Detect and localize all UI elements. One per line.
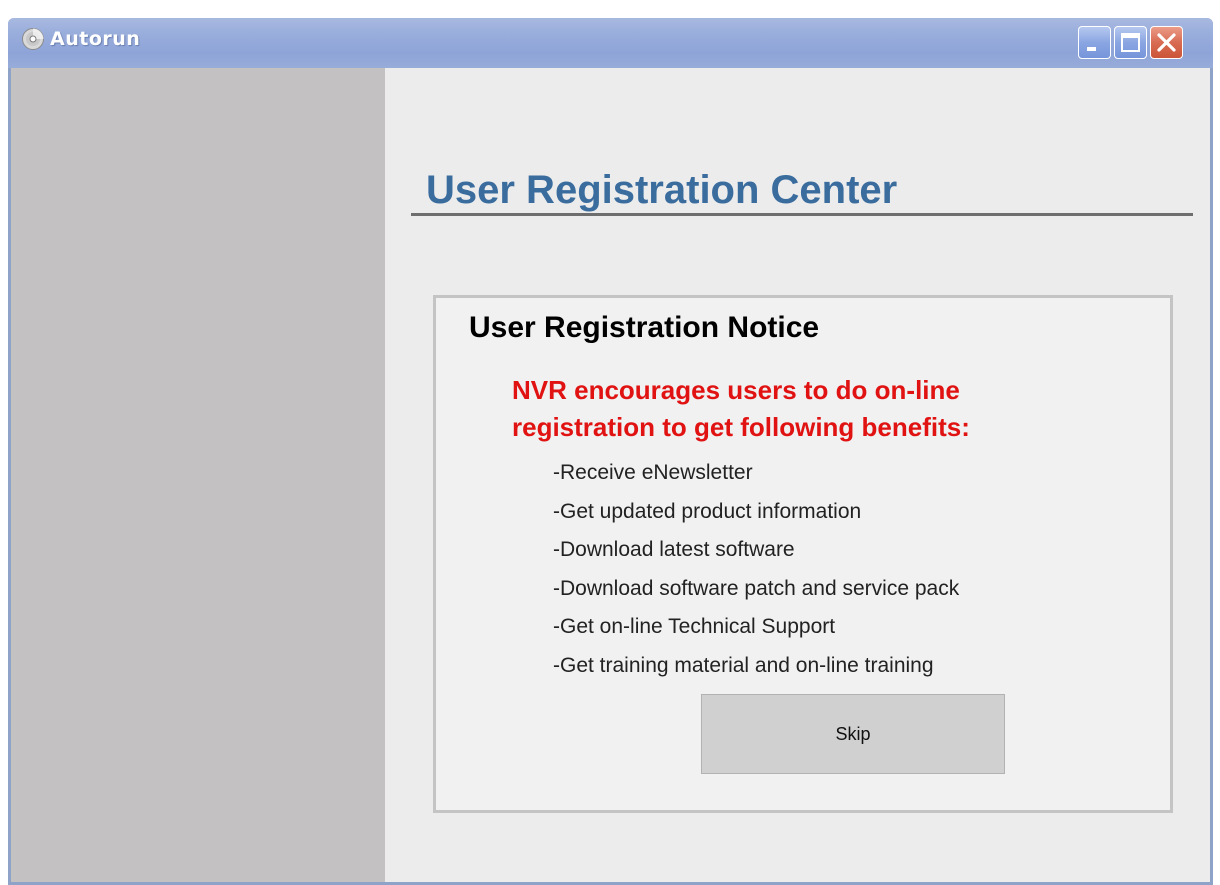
benefit-item: -Get updated product information <box>553 499 862 523</box>
notice-title: User Registration Notice <box>469 311 820 344</box>
registration-notice-panel: User Registration Notice NVR encourages … <box>433 295 1173 813</box>
benefit-item: -Receive eNewsletter <box>553 461 753 484</box>
title-divider <box>411 213 1193 216</box>
benefits-list: -Receive eNewsletter -Get updated produc… <box>553 454 959 685</box>
title-bar[interactable]: Autorun <box>8 18 1213 68</box>
notice-lead-text: NVR encourages users to do on-line regis… <box>512 372 970 446</box>
notice-lead-line-2: registration to get following benefits: <box>512 412 970 442</box>
cd-disc-icon <box>21 27 45 51</box>
page-title: User Registration Center <box>426 168 898 212</box>
window-title: Autorun <box>50 28 141 50</box>
minimize-button[interactable] <box>1078 26 1111 59</box>
benefit-item: -Download latest software <box>553 538 795 561</box>
sidebar-panel <box>11 68 385 882</box>
notice-lead-line-1: NVR encourages users to do on-line <box>512 375 960 405</box>
skip-button[interactable]: Skip <box>701 694 1005 774</box>
autorun-window: Autorun User Registration Center User Re… <box>8 18 1213 885</box>
benefit-item: -Download software patch and service pac… <box>553 576 960 600</box>
benefit-item: -Get on-line Technical Support <box>553 615 836 638</box>
maximize-button[interactable] <box>1114 26 1147 59</box>
close-button[interactable] <box>1150 26 1183 59</box>
benefit-item: -Get training material and on-line train… <box>553 653 934 677</box>
